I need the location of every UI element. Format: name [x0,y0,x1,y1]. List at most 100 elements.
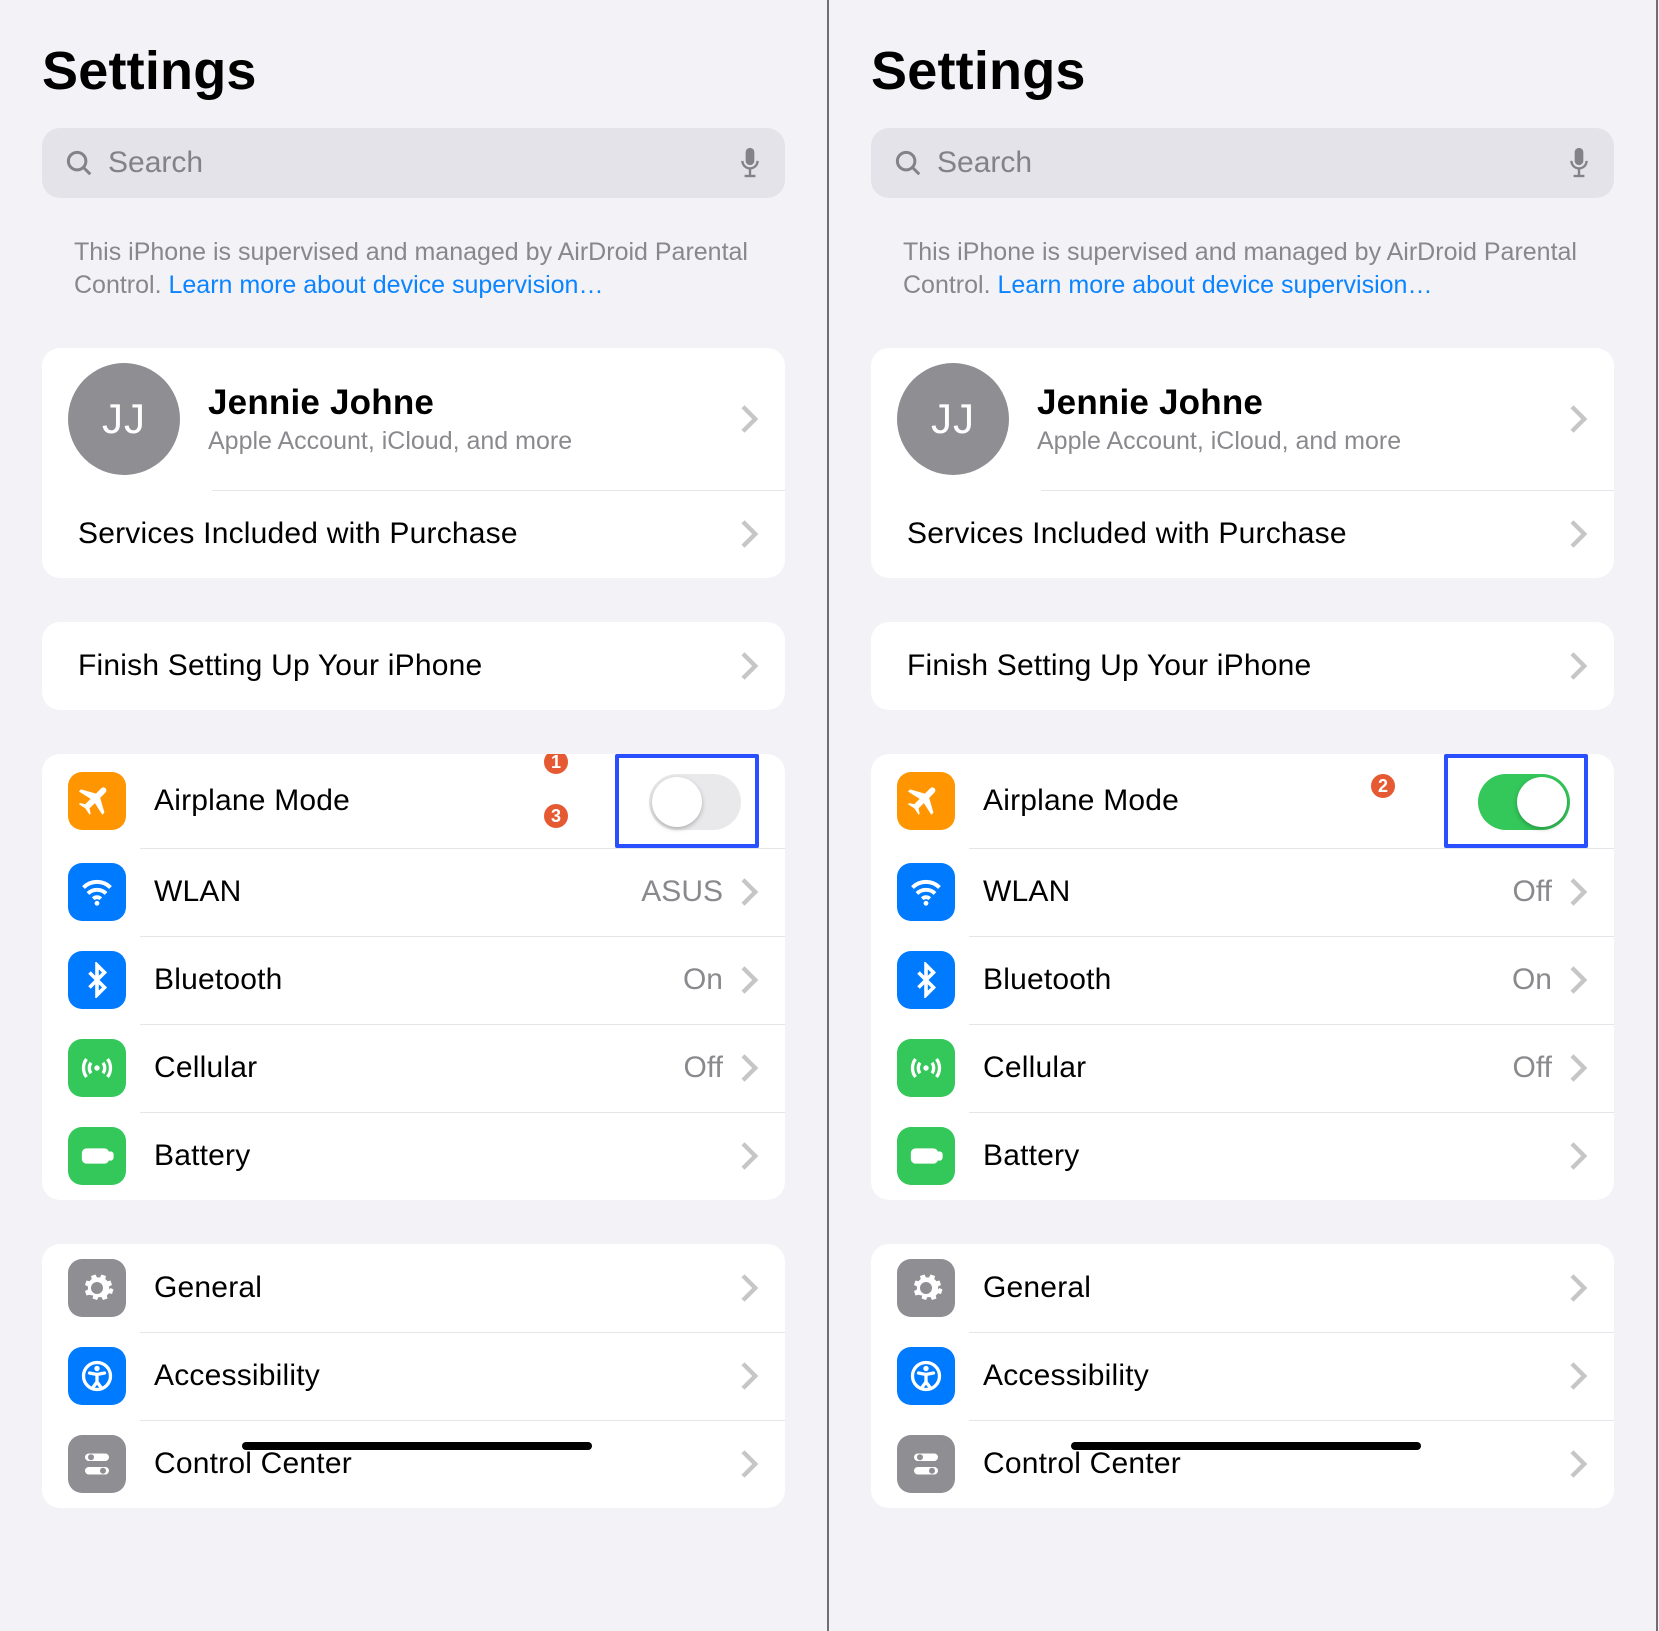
chevron-right-icon [1570,1142,1588,1170]
wifi-icon [68,863,126,921]
cellular-icon [897,1039,955,1097]
profile-name: Jennie Johne [1037,383,1570,423]
chevron-right-icon [741,1142,759,1170]
search-bar[interactable] [871,128,1614,198]
redaction-strike [1071,1442,1421,1450]
finish-setup-row[interactable]: Finish Setting Up Your iPhone [42,622,785,710]
wlan-value: ASUS [641,875,723,909]
finish-setup-group: Finish Setting Up Your iPhone [42,622,785,710]
wlan-row[interactable]: WLAN ASUS [42,848,785,936]
chevron-right-icon [1570,1450,1588,1478]
finish-setup-group: Finish Setting Up Your iPhone [871,622,1614,710]
microphone-icon[interactable] [737,146,763,180]
microphone-icon[interactable] [1566,146,1592,180]
chevron-right-icon [1570,405,1588,433]
profile-group: JJ Jennie Johne Apple Account, iCloud, a… [871,348,1614,578]
supervision-notice: This iPhone is supervised and managed by… [42,198,785,302]
chevron-right-icon [1570,520,1588,548]
battery-icon [68,1127,126,1185]
chevron-right-icon [741,1054,759,1082]
airplane-icon [68,772,126,830]
settings-panel-right: Settings This iPhone is supervised and m… [829,0,1658,1631]
airplane-icon [897,772,955,830]
avatar: JJ [897,363,1009,475]
chevron-right-icon [1570,878,1588,906]
general-row[interactable]: General [42,1244,785,1332]
page-title: Settings [871,40,1614,102]
airplane-mode-row[interactable]: Airplane Mode [42,754,785,848]
cellular-value: Off [1513,1051,1552,1085]
page-title: Settings [42,40,785,102]
profile-row[interactable]: JJ Jennie Johne Apple Account, iCloud, a… [871,348,1614,490]
profile-subtitle: Apple Account, iCloud, and more [1037,427,1570,456]
cellular-row[interactable]: Cellular Off [871,1024,1614,1112]
magnifying-glass-icon [893,148,923,178]
accessibility-icon [68,1347,126,1405]
chevron-right-icon [741,1362,759,1390]
chevron-right-icon [741,966,759,994]
airplane-mode-toggle[interactable] [649,774,741,830]
accessibility-row[interactable]: Accessibility [42,1332,785,1420]
connectivity-group: Airplane Mode WLAN Off Bluetooth On [871,754,1614,1200]
chevron-right-icon [1570,966,1588,994]
bluetooth-icon [897,951,955,1009]
profile-subtitle: Apple Account, iCloud, and more [208,427,741,456]
redaction-strike [242,1442,592,1450]
services-row[interactable]: Services Included with Purchase [871,490,1614,578]
bluetooth-row[interactable]: Bluetooth On [871,936,1614,1024]
bluetooth-value: On [683,963,723,997]
chevron-right-icon [1570,1054,1588,1082]
chevron-right-icon [1570,1362,1588,1390]
settings-panel-left: Settings This iPhone is supervised and m… [0,0,829,1631]
supervision-learn-more-link[interactable]: Learn more about device supervision… [997,271,1432,299]
chevron-right-icon [741,878,759,906]
bluetooth-row[interactable]: Bluetooth On [42,936,785,1024]
profile-row[interactable]: JJ Jennie Johne Apple Account, iCloud, a… [42,348,785,490]
profile-name: Jennie Johne [208,383,741,423]
control-center-icon [897,1435,955,1493]
airplane-mode-toggle[interactable] [1478,774,1570,830]
gear-icon [897,1259,955,1317]
finish-setup-row[interactable]: Finish Setting Up Your iPhone [871,622,1614,710]
chevron-right-icon [741,1450,759,1478]
control-center-row[interactable]: Control Center [42,1420,785,1508]
search-bar[interactable] [42,128,785,198]
magnifying-glass-icon [64,148,94,178]
general-row[interactable]: General [871,1244,1614,1332]
battery-row[interactable]: Battery [871,1112,1614,1200]
airplane-mode-row[interactable]: Airplane Mode [871,754,1614,848]
wlan-value: Off [1513,875,1552,909]
search-input[interactable] [108,146,723,180]
wlan-row[interactable]: WLAN Off [871,848,1614,936]
search-input[interactable] [937,146,1552,180]
general-group: General Accessibility Control Center [42,1244,785,1508]
battery-row[interactable]: Battery [42,1112,785,1200]
services-row[interactable]: Services Included with Purchase [42,490,785,578]
profile-group: JJ Jennie Johne Apple Account, iCloud, a… [42,348,785,578]
airplane-toggle-highlight [1444,754,1588,848]
cellular-value: Off [684,1051,723,1085]
bluetooth-value: On [1512,963,1552,997]
supervision-notice: This iPhone is supervised and managed by… [871,198,1614,302]
supervision-learn-more-link[interactable]: Learn more about device supervision… [168,271,603,299]
control-center-icon [68,1435,126,1493]
chevron-right-icon [741,652,759,680]
annotation-badge-2: 2 [1369,772,1397,800]
cellular-row[interactable]: Cellular Off [42,1024,785,1112]
avatar: JJ [68,363,180,475]
cellular-icon [68,1039,126,1097]
control-center-row[interactable]: Control Center [871,1420,1614,1508]
chevron-right-icon [1570,652,1588,680]
general-group: General Accessibility Control Center [871,1244,1614,1508]
chevron-right-icon [1570,1274,1588,1302]
chevron-right-icon [741,405,759,433]
bluetooth-icon [68,951,126,1009]
battery-icon [897,1127,955,1185]
chevron-right-icon [741,520,759,548]
airplane-toggle-highlight [615,754,759,848]
accessibility-row[interactable]: Accessibility [871,1332,1614,1420]
annotation-badge-3: 3 [542,802,570,830]
chevron-right-icon [741,1274,759,1302]
wifi-icon [897,863,955,921]
gear-icon [68,1259,126,1317]
